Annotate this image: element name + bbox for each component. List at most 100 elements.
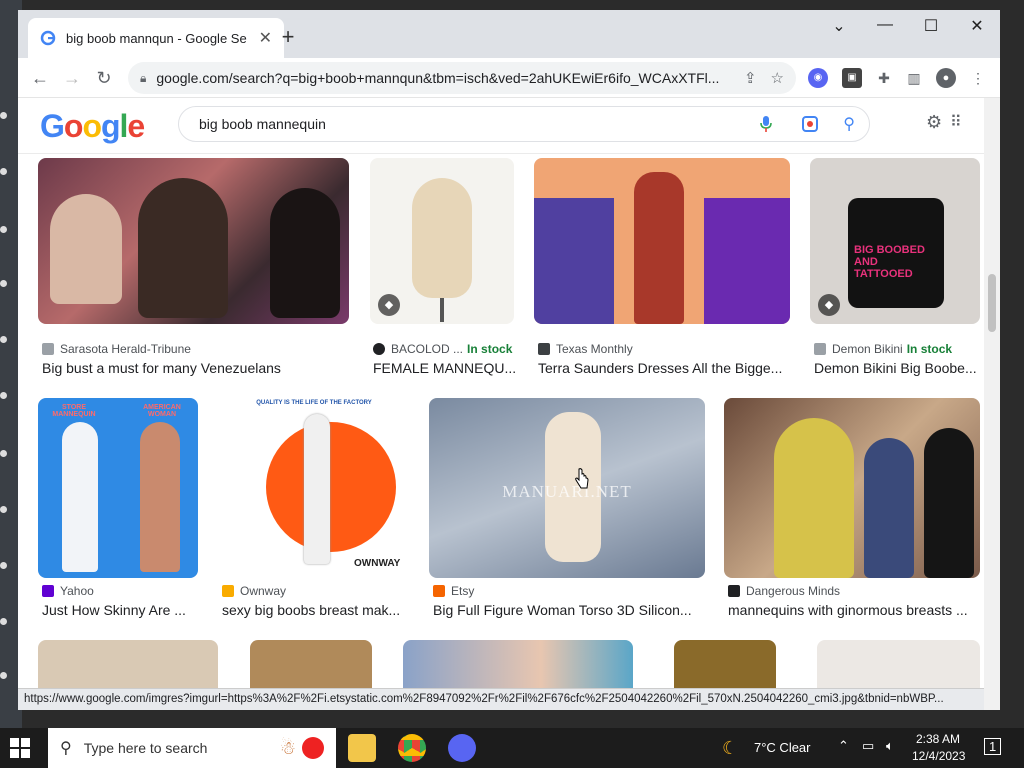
tab-google-search[interactable]: big boob mannqun - Google Se ✕	[28, 18, 284, 58]
result-source[interactable]: Texas Monthly	[538, 342, 633, 356]
desktop-dot	[0, 336, 7, 343]
logo-letter: G	[40, 108, 65, 144]
extensions-puzzle-icon[interactable]: ✚	[874, 68, 894, 88]
result-title[interactable]: FEMALE MANNEQU...	[373, 360, 515, 376]
source-name: Etsy	[451, 584, 475, 598]
clock-time[interactable]: 2:38 AM	[916, 732, 960, 746]
result-image-demon-bikini[interactable]: BIG BOOBED AND TATTOOED ◆	[810, 158, 980, 324]
search-box[interactable]: big boob mannequin ⚲	[178, 106, 870, 142]
result-title[interactable]: Big bust a must for many Venezuelans	[42, 360, 342, 376]
scrollbar-thumb[interactable]	[988, 274, 996, 332]
maximize-button[interactable]: ☐	[908, 16, 954, 36]
result-image-dangerous-minds[interactable]	[724, 398, 980, 578]
search-input[interactable]: big boob mannequin	[199, 116, 739, 132]
close-tab-icon[interactable]: ✕	[259, 28, 272, 48]
person-shape	[634, 172, 684, 324]
taskbar-search-box[interactable]: ⚲ Type here to search ☃	[48, 728, 336, 768]
browser-toolbar: ← → ↻ 🔒︎ google.com/search?q=big+boob+ma…	[18, 58, 1000, 98]
desktop-dot	[0, 392, 7, 399]
result-title[interactable]: Demon Bikini Big Boobe...	[814, 360, 980, 376]
mannequin-silhouette	[62, 422, 98, 572]
result-image-etsy-torso[interactable]: MANUARI.NET	[429, 398, 705, 578]
result-image-yahoo[interactable]: STORE MANNEQUIN AMERICAN WOMAN	[38, 398, 198, 578]
address-bar[interactable]: 🔒︎ google.com/search?q=big+boob+mannqun&…	[128, 62, 796, 94]
source-name: BACOLOD ...	[391, 342, 464, 356]
profile-avatar-icon[interactable]: ●	[936, 68, 956, 88]
result-title[interactable]: mannequins with ginormous breasts ...	[728, 602, 980, 618]
desktop-dot	[0, 450, 7, 457]
logo-letter: e	[127, 108, 145, 144]
weather-text[interactable]: 7°C Clear	[754, 740, 811, 755]
network-icon[interactable]: ▭	[862, 738, 874, 754]
result-title[interactable]: Terra Saunders Dresses All the Bigge...	[538, 360, 790, 376]
minimize-button[interactable]: —	[862, 16, 908, 34]
doodle-icon	[302, 737, 324, 759]
result-source[interactable]: Dangerous Minds	[728, 584, 840, 598]
result-source[interactable]: Sarasota Herald-Tribune	[42, 342, 191, 356]
clock-date[interactable]: 12/4/2023	[912, 749, 965, 763]
extension-icon[interactable]: ▣	[842, 68, 862, 88]
tray-overflow-icon[interactable]: ⌃	[838, 738, 849, 754]
notification-center-icon[interactable]: 1	[984, 738, 1002, 755]
desktop-dot	[0, 226, 7, 233]
chrome-taskbar-icon[interactable]	[398, 734, 426, 762]
hand-cursor-icon	[575, 468, 589, 489]
discord-taskbar-icon[interactable]	[448, 734, 476, 762]
result-image-venezuelans[interactable]	[38, 158, 349, 324]
google-header: Google big boob mannequin ⚲ ⚙ ⠿	[18, 98, 984, 154]
scrollbar[interactable]	[984, 98, 1000, 710]
result-title[interactable]: sexy big boobs breast mak...	[222, 602, 410, 618]
google-logo[interactable]: Google	[40, 108, 145, 145]
moon-weather-icon: ☾	[722, 738, 739, 758]
result-image-ownway[interactable]: QUALITY IS THE LIFE OF THE FACTORY OWNWA…	[218, 398, 410, 578]
search-icon[interactable]: ⚲	[843, 114, 855, 134]
result-source[interactable]: BACOLOD ... In stock	[373, 342, 512, 356]
source-name: Yahoo	[60, 584, 94, 598]
result-image-texas-monthly[interactable]	[534, 158, 790, 324]
share-icon[interactable]: ⇪	[744, 69, 757, 87]
result-source[interactable]: Yahoo	[42, 584, 94, 598]
google-favicon-icon	[40, 30, 56, 46]
microphone-icon[interactable]	[759, 115, 773, 133]
desktop-dot	[0, 672, 7, 679]
mannequin-shape	[304, 414, 330, 564]
url-text: google.com/search?q=big+boob+mannqun&tbm…	[156, 70, 720, 86]
discord-extension-icon[interactable]: ◉	[808, 68, 828, 88]
tab-search-chevron-icon[interactable]: ⌄	[816, 16, 862, 36]
apps-grid-icon[interactable]: ⠿	[950, 112, 962, 132]
result-source[interactable]: Etsy	[433, 584, 474, 598]
desktop-dot	[0, 506, 7, 513]
reload-button[interactable]: ↻	[90, 64, 118, 92]
woman-silhouette	[140, 422, 180, 572]
logo-letter: o	[82, 108, 102, 144]
lens-camera-icon[interactable]	[801, 115, 819, 133]
bookmark-star-icon[interactable]: ☆	[771, 69, 784, 87]
result-title[interactable]: Big Full Figure Woman Torso 3D Silicon..…	[433, 602, 705, 618]
side-panel-icon[interactable]: ▥	[904, 68, 924, 88]
desktop-dot	[0, 562, 7, 569]
ownway-logo-text: OWNWAY	[354, 558, 401, 569]
desktop-dot	[0, 168, 7, 175]
lock-icon: 🔒︎	[140, 70, 147, 85]
jersey-shape	[534, 198, 614, 324]
browser-window: big boob mannqun - Google Se ✕ + ⌄ — ☐ ✕…	[18, 10, 1000, 710]
forward-button[interactable]: →	[58, 64, 86, 92]
settings-gear-icon[interactable]: ⚙	[926, 112, 942, 133]
close-window-button[interactable]: ✕	[954, 16, 1000, 36]
result-image-female-mannequin[interactable]: ◆	[370, 158, 514, 324]
volume-icon[interactable]: 🔈︎	[886, 738, 894, 754]
in-stock-badge: In stock	[906, 342, 953, 356]
source-favicon-icon	[728, 585, 740, 597]
result-source[interactable]: Ownway	[222, 584, 286, 598]
source-favicon-icon	[538, 343, 550, 355]
result-source[interactable]: Demon Bikini In stock	[814, 342, 952, 356]
mannequin-shape	[50, 194, 122, 304]
new-tab-button[interactable]: +	[278, 24, 298, 50]
browser-menu-icon[interactable]: ⋮	[968, 68, 988, 88]
back-button[interactable]: ←	[26, 64, 54, 92]
mannequin-shape	[270, 188, 340, 318]
windows-start-icon[interactable]	[10, 738, 30, 758]
stand-shape	[440, 298, 444, 322]
result-title[interactable]: Just How Skinny Are ...	[42, 602, 200, 618]
file-explorer-icon[interactable]	[348, 734, 376, 762]
